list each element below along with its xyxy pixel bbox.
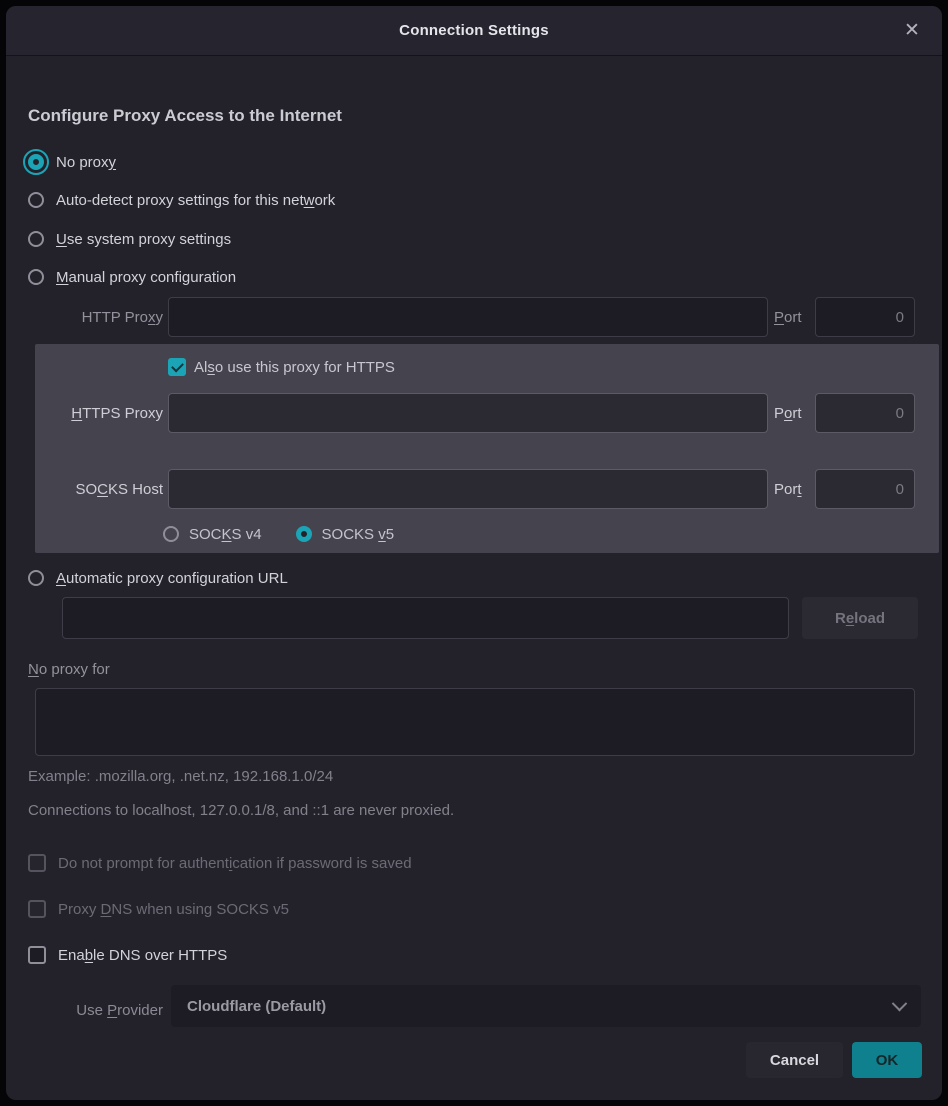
reload-button-label: Reload bbox=[835, 610, 885, 627]
dialog-titlebar: Connection Settings ✕ bbox=[6, 6, 942, 56]
radio-row-auto-detect[interactable]: Auto-detect proxy settings for this netw… bbox=[28, 189, 335, 211]
checkbox-icon-no-prompt-auth[interactable] bbox=[28, 854, 46, 872]
no-prompt-auth-label: Do not prompt for authentication if pass… bbox=[58, 855, 412, 872]
connection-settings-dialog: Connection Settings ✕ Configure Proxy Ac… bbox=[6, 6, 942, 1100]
socks-host-row: SOCKS Host Port bbox=[35, 468, 915, 510]
radio-row-auto-url[interactable]: Automatic proxy configuration URL bbox=[28, 567, 288, 589]
radio-icon-no-proxy[interactable] bbox=[28, 154, 44, 170]
radio-icon-auto-url[interactable] bbox=[28, 570, 44, 586]
dialog-title: Connection Settings bbox=[399, 22, 549, 39]
https-proxy-row: HTTPS Proxy Port bbox=[35, 392, 915, 434]
radio-label-auto-detect: Auto-detect proxy settings for this netw… bbox=[56, 192, 335, 209]
radio-label-manual-proxy: Manual proxy configuration bbox=[56, 269, 236, 286]
no-prompt-auth-row[interactable]: Do not prompt for authentication if pass… bbox=[28, 852, 412, 874]
radio-label-auto-url: Automatic proxy configuration URL bbox=[56, 570, 288, 587]
proxy-dns-label: Proxy DNS when using SOCKS v5 bbox=[58, 901, 289, 918]
ok-button[interactable]: OK bbox=[852, 1042, 922, 1078]
socks-port-input[interactable] bbox=[815, 469, 915, 509]
checkbox-icon-also-https[interactable] bbox=[168, 358, 186, 376]
https-proxy-label: HTTPS Proxy bbox=[35, 405, 168, 422]
socks-host-label: SOCKS Host bbox=[35, 481, 168, 498]
socks-version-row: SOCKS v4 SOCKS v5 bbox=[163, 523, 394, 545]
http-port-label: Port bbox=[774, 309, 802, 326]
cancel-button[interactable]: Cancel bbox=[746, 1042, 843, 1078]
https-proxy-input[interactable] bbox=[168, 393, 768, 433]
checkbox-icon-proxy-dns[interactable] bbox=[28, 900, 46, 918]
never-proxied-text: Connections to localhost, 127.0.0.1/8, a… bbox=[28, 802, 454, 819]
reload-button[interactable]: Reload bbox=[802, 597, 918, 639]
radio-icon-system-proxy[interactable] bbox=[28, 231, 44, 247]
http-proxy-row: HTTP Proxy Port bbox=[28, 296, 915, 338]
doh-provider-value: Cloudflare (Default) bbox=[187, 998, 326, 1015]
use-provider-label: Use Provider bbox=[28, 1002, 163, 1019]
also-https-row[interactable]: Also use this proxy for HTTPS bbox=[168, 356, 395, 378]
radio-row-manual-proxy[interactable]: Manual proxy configuration bbox=[28, 266, 236, 288]
close-icon[interactable]: ✕ bbox=[898, 16, 926, 44]
socks-host-input[interactable] bbox=[168, 469, 768, 509]
radio-icon-manual-proxy[interactable] bbox=[28, 269, 44, 285]
proxy-dns-row[interactable]: Proxy DNS when using SOCKS v5 bbox=[28, 898, 289, 920]
radio-icon-socks-v4[interactable] bbox=[163, 526, 179, 542]
http-port-input[interactable] bbox=[815, 297, 915, 337]
radio-row-no-proxy[interactable]: No proxy bbox=[28, 151, 116, 173]
also-https-label: Also use this proxy for HTTPS bbox=[194, 359, 395, 376]
page-title: Configure Proxy Access to the Internet bbox=[28, 106, 342, 126]
chevron-down-icon bbox=[892, 995, 908, 1011]
enable-doh-row[interactable]: Enable DNS over HTTPS bbox=[28, 944, 227, 966]
no-proxy-for-label: No proxy for bbox=[28, 661, 110, 678]
http-proxy-input[interactable] bbox=[168, 297, 768, 337]
enable-doh-label: Enable DNS over HTTPS bbox=[58, 947, 227, 964]
radio-icon-auto-detect[interactable] bbox=[28, 192, 44, 208]
radio-row-system-proxy[interactable]: Use system proxy settings bbox=[28, 228, 231, 250]
example-text: Example: .mozilla.org, .net.nz, 192.168.… bbox=[28, 768, 333, 785]
highlighted-proxy-panel: Also use this proxy for HTTPS HTTPS Prox… bbox=[35, 344, 939, 553]
socks-port-label: Port bbox=[774, 481, 802, 498]
radio-icon-socks-v5[interactable] bbox=[296, 526, 312, 542]
no-proxy-for-textarea[interactable] bbox=[35, 688, 915, 756]
radio-label-system-proxy: Use system proxy settings bbox=[56, 231, 231, 248]
doh-provider-dropdown[interactable]: Cloudflare (Default) bbox=[171, 985, 921, 1027]
http-proxy-label: HTTP Proxy bbox=[28, 309, 168, 326]
radio-label-no-proxy: No proxy bbox=[56, 154, 116, 171]
radio-label-socks-v5: SOCKS v5 bbox=[322, 526, 395, 543]
auto-url-input[interactable] bbox=[62, 597, 789, 639]
radio-label-socks-v4: SOCKS v4 bbox=[189, 526, 262, 543]
https-port-input[interactable] bbox=[815, 393, 915, 433]
https-port-label: Port bbox=[774, 405, 802, 422]
checkbox-icon-enable-doh[interactable] bbox=[28, 946, 46, 964]
